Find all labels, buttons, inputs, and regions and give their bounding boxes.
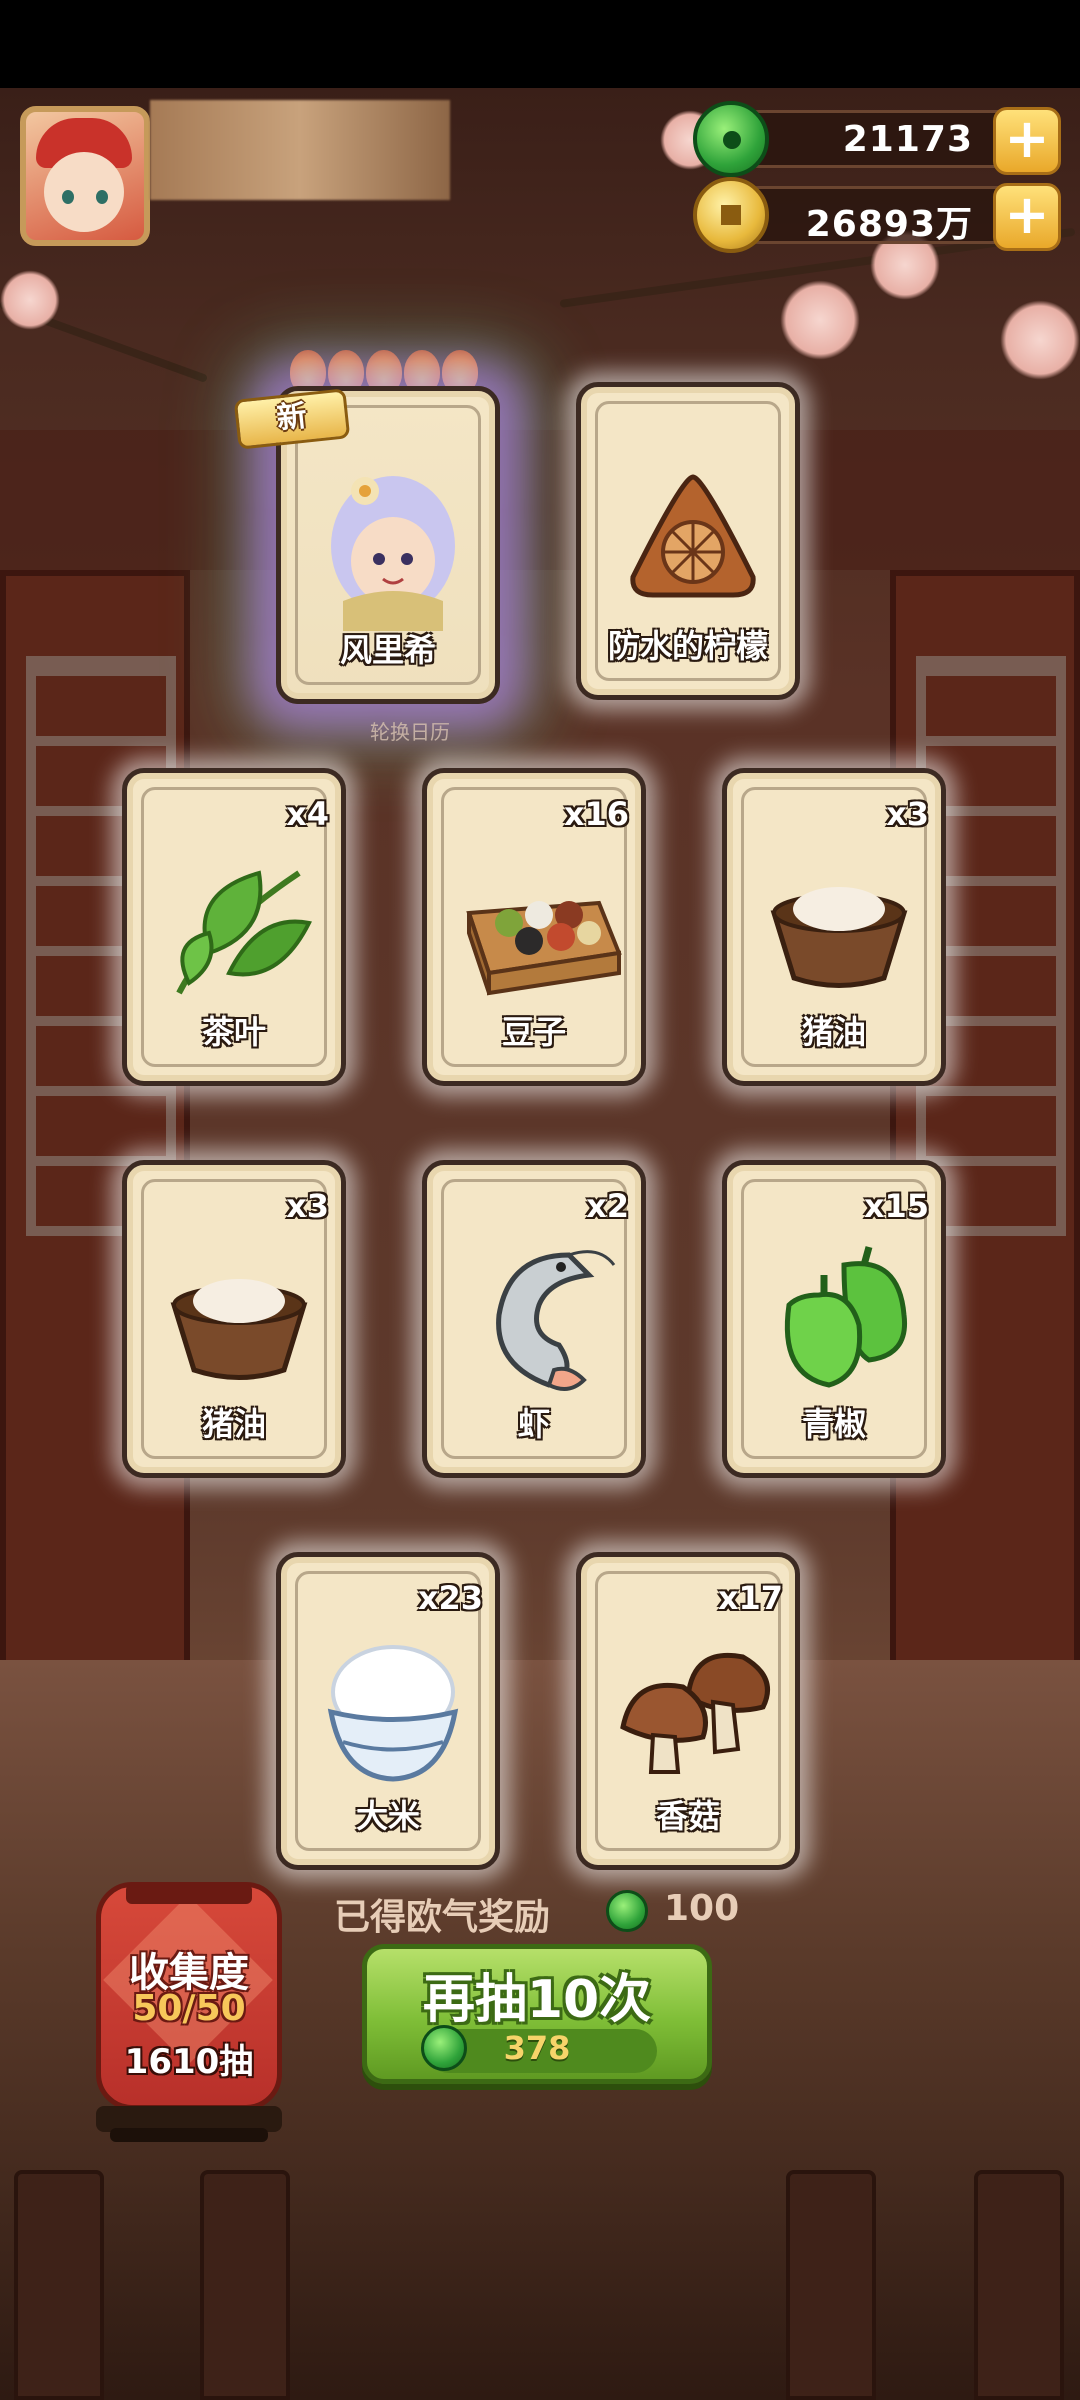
collection-progress: 50/50	[132, 1988, 246, 2029]
left-door	[0, 570, 190, 1670]
draw-button-label: 再抽10次	[422, 1970, 652, 2030]
total-draws: 1610抽	[124, 2042, 254, 2082]
luck-reward-label: 已得欧气奖励	[334, 1897, 551, 1938]
lard-bowl-icon	[770, 887, 908, 988]
card-label: 猪油	[801, 1013, 866, 1051]
result-card-item[interactable]: x4 茶叶	[122, 768, 346, 1086]
green-pepper-icon	[784, 1246, 908, 1388]
game-screen: 21173 + 26893万 + 风里希 新 防水的柠檬 轮换日历 x4 茶叶 …	[0, 0, 1080, 2400]
result-card-item[interactable]: x15 青椒	[722, 1160, 946, 1478]
lantern-foot	[110, 2128, 268, 2142]
railing-post	[200, 2170, 290, 2400]
result-card-item[interactable]: x16 豆子	[422, 768, 646, 1086]
player-avatar[interactable]	[20, 106, 150, 246]
player-name-redacted	[150, 100, 450, 200]
blossom-flower	[1000, 300, 1080, 380]
draw-cost: 378	[503, 2029, 571, 2067]
card-label: 茶叶	[201, 1013, 266, 1051]
lantern-cap	[126, 1884, 252, 1904]
result-card-item[interactable]: 防水的柠檬	[576, 382, 800, 700]
item-count: x3	[886, 795, 929, 833]
add-coin-button[interactable]: +	[993, 183, 1061, 251]
jade-icon	[606, 1890, 648, 1932]
card-label: 猪油	[201, 1405, 266, 1443]
item-count: x16	[563, 795, 629, 833]
luck-reward-value: 100	[664, 1888, 740, 1929]
result-card-item[interactable]: x3 猪油	[722, 768, 946, 1086]
card-label: 青椒	[801, 1405, 866, 1443]
card-label: 豆子	[501, 1013, 566, 1051]
rice-bowl-icon	[327, 1645, 459, 1782]
blossom-flower	[0, 270, 60, 330]
result-card-item[interactable]: x2 虾	[422, 1160, 646, 1478]
wall-beam	[0, 430, 1080, 570]
add-jade-button[interactable]: +	[993, 107, 1061, 175]
avatar-eye	[96, 190, 108, 204]
item-count: x23	[417, 1579, 483, 1617]
beans-box-icon	[466, 900, 622, 996]
draw-ten-again-button[interactable]: 再抽10次 378	[362, 1944, 712, 2084]
mushroom-icon	[620, 1652, 770, 1774]
character-portrait-icon	[331, 476, 455, 631]
jade-icon	[693, 101, 769, 177]
result-card-item[interactable]: x17 香菇	[576, 1552, 800, 1870]
coin-amount: 26893万	[805, 204, 973, 245]
card-label: 防水的柠檬	[607, 627, 768, 665]
railing-post	[786, 2170, 876, 2400]
item-count: x17	[717, 1579, 783, 1617]
item-count: x3	[286, 1187, 329, 1225]
railing-post	[974, 2170, 1064, 2400]
right-door	[890, 570, 1080, 1670]
avatar-face	[44, 152, 124, 232]
tea-leaf-icon	[176, 870, 312, 995]
result-card-item[interactable]: x23 大米	[276, 1552, 500, 1870]
blossom-flower	[780, 280, 860, 360]
lemon-cake-icon	[630, 474, 756, 598]
coin-icon	[693, 177, 769, 253]
result-card-item[interactable]: x3 猪油	[122, 1160, 346, 1478]
coin-counter: 26893万 +	[693, 177, 1061, 253]
rotation-calendar-label: 轮换日历	[370, 720, 450, 744]
avatar-eye	[62, 190, 74, 204]
railing-post	[14, 2170, 104, 2400]
jade-amount: 21173	[842, 119, 973, 160]
jade-counter: 21173 +	[693, 101, 1061, 177]
item-count: x4	[286, 795, 329, 833]
item-count: x15	[863, 1187, 929, 1225]
card-label: 风里希	[339, 631, 436, 669]
card-label: 大米	[355, 1797, 420, 1835]
lard-bowl-icon	[170, 1279, 308, 1380]
card-label: 虾	[517, 1405, 550, 1443]
item-count: x2	[586, 1187, 629, 1225]
card-label: 香菇	[655, 1797, 720, 1835]
shrimp-icon	[496, 1250, 616, 1391]
